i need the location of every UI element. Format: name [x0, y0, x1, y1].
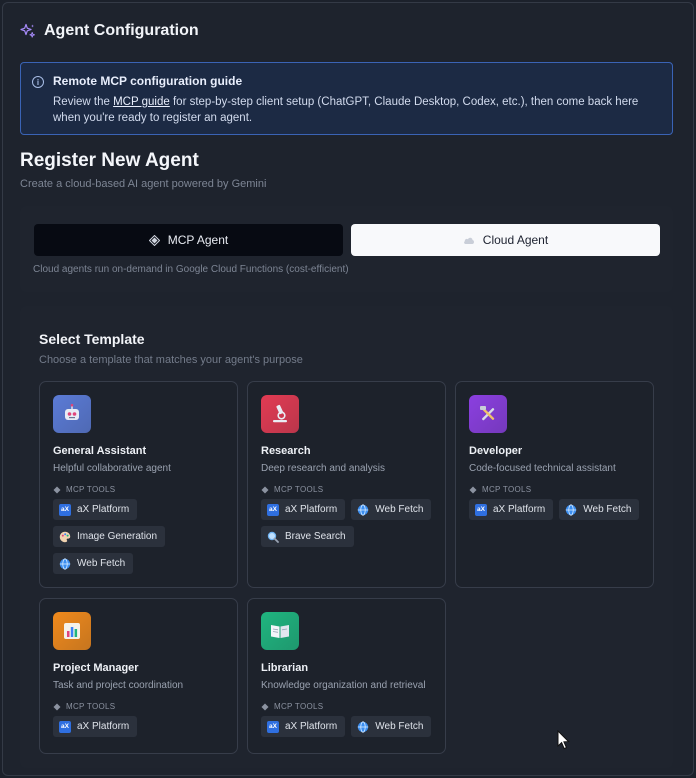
template-card-research[interactable]: Research Deep research and analysis MCP TO…	[247, 381, 446, 588]
chart-icon	[53, 612, 91, 650]
tools-icon	[469, 395, 507, 433]
template-name: Project Manager	[53, 662, 139, 674]
banner-title: Remote MCP configuration guide	[53, 74, 243, 88]
tool-chip: aX aX Platform	[53, 499, 138, 520]
tool-chip-label: aX Platform	[493, 504, 546, 515]
tool-chip: aX aX Platform	[469, 499, 554, 520]
mcp-tools-label: MCP TOOLS	[53, 702, 224, 711]
tool-chip: Brave Search	[261, 526, 354, 547]
template-name: General Assistant	[53, 445, 147, 457]
mcp-tools-label: MCP TOOLS	[261, 702, 432, 711]
cloud-icon	[463, 237, 474, 244]
template-description: Code-focused technical assistant	[469, 463, 616, 474]
template-card-project-manager[interactable]: Project Manager Task and project coordina…	[39, 598, 238, 754]
tool-list: aX aX Platform	[53, 716, 224, 737]
tool-list: aX aX Platform Image Generation Web Fetch	[53, 499, 224, 574]
tool-chip: Web Fetch	[351, 716, 432, 737]
cloud-agent-button[interactable]: Cloud Agent	[351, 224, 660, 256]
mcp-agent-button[interactable]: MCP Agent	[34, 224, 343, 256]
ax-icon: aX	[267, 720, 279, 733]
mcp-tools-label: MCP TOOLS	[53, 485, 224, 494]
tool-chip-label: aX Platform	[77, 721, 130, 732]
tool-list: aX aX Platform Web Fetch	[261, 716, 432, 737]
template-description: Helpful collaborative agent	[53, 463, 171, 474]
template-name: Research	[261, 445, 311, 457]
tool-chip: aX aX Platform	[261, 716, 346, 737]
cloud-agent-label: Cloud Agent	[482, 233, 549, 247]
tool-chip: Image Generation	[53, 526, 166, 547]
diamond-icon	[261, 703, 269, 710]
template-description: Deep research and analysis	[261, 463, 385, 474]
tool-chip: Web Fetch	[351, 499, 432, 520]
template-card-developer[interactable]: Developer Code-focused technical assistan…	[455, 381, 654, 588]
sparkles-icon	[20, 23, 35, 38]
info-icon: i	[32, 76, 44, 88]
microscope-icon	[261, 395, 299, 433]
mcp-guide-banner: i Remote MCP configuration guide Review …	[20, 62, 673, 135]
banner-text: Review the MCP guide for step-by-step cl…	[53, 96, 639, 124]
page-header: Agent Configuration	[20, 22, 199, 40]
template-description: Knowledge organization and retrieval	[261, 680, 426, 691]
robot-icon	[53, 395, 91, 433]
tool-chip: aX aX Platform	[261, 499, 346, 520]
diamond-icon	[148, 234, 160, 246]
template-name: Librarian	[261, 662, 309, 674]
tool-list: aX aX Platform Web Fetch Brave Search	[261, 499, 432, 547]
tool-chip-label: aX Platform	[285, 504, 338, 515]
tool-chip-label: Web Fetch	[375, 504, 424, 515]
tool-list: aX aX Platform Web Fetch	[469, 499, 640, 520]
template-card-librarian[interactable]: Librarian Knowledge organization and retr…	[247, 598, 446, 754]
ax-icon: aX	[267, 503, 279, 516]
ax-icon: aX	[475, 503, 487, 516]
globe-icon	[565, 503, 577, 516]
tool-chip-label: Brave Search	[285, 531, 346, 542]
tool-chip: Web Fetch	[53, 553, 134, 574]
magnifier-icon	[267, 531, 279, 543]
template-subtitle: Choose a template that matches your agen…	[39, 354, 303, 366]
page-title: Agent Configuration	[44, 22, 199, 39]
mcp-agent-label: MCP Agent	[167, 233, 229, 247]
tool-chip: Web Fetch	[559, 499, 640, 520]
agent-type-note: Cloud agents run on-demand in Google Clo…	[33, 264, 349, 275]
diamond-icon	[469, 486, 477, 493]
diamond-icon	[53, 703, 61, 710]
tool-chip-label: Image Generation	[77, 531, 158, 542]
register-subtitle: Create a cloud-based AI agent powered by…	[20, 178, 267, 190]
globe-icon	[59, 557, 71, 570]
tool-chip-label: Web Fetch	[77, 558, 126, 569]
template-description: Task and project coordination	[53, 680, 184, 691]
diamond-icon	[53, 486, 61, 493]
tool-chip-label: Web Fetch	[583, 504, 632, 515]
palette-icon	[59, 531, 71, 543]
diamond-icon	[261, 486, 269, 493]
tool-chip-label: aX Platform	[77, 504, 130, 515]
ax-icon: aX	[59, 503, 71, 516]
template-card-general-assistant[interactable]: General Assistant Helpful collaborative a…	[39, 381, 238, 588]
ax-icon: aX	[59, 720, 71, 733]
register-title: Register New Agent	[20, 150, 199, 171]
template-name: Developer	[469, 445, 523, 457]
book-icon	[261, 612, 299, 650]
tool-chip: aX aX Platform	[53, 716, 138, 737]
template-title: Select Template	[39, 331, 145, 347]
mcp-tools-label: MCP TOOLS	[469, 485, 640, 494]
mcp-guide-link[interactable]: MCP guide	[113, 96, 170, 108]
tool-chip-label: Web Fetch	[375, 721, 424, 732]
mouse-cursor-icon	[557, 730, 570, 750]
mcp-tools-label: MCP TOOLS	[261, 485, 432, 494]
globe-icon	[357, 720, 369, 733]
globe-icon	[357, 503, 369, 516]
tool-chip-label: aX Platform	[285, 721, 338, 732]
